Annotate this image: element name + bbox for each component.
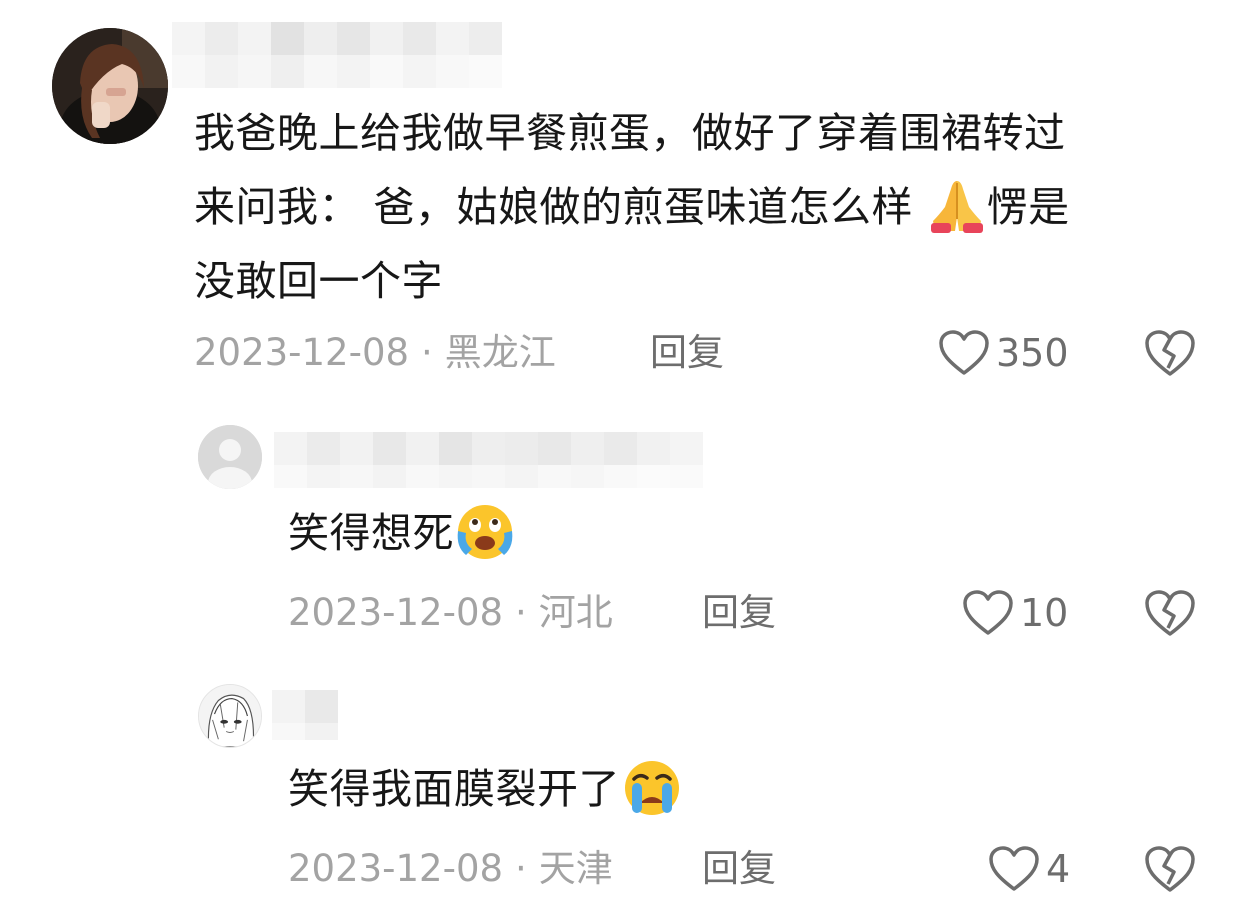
meta-separator: · [515, 847, 527, 890]
comment-meta: 2023-12-08 · 河北 [288, 588, 613, 638]
comment-meta: 2023-12-08 · 黑龙江 [194, 328, 556, 378]
like-count: 350 [996, 331, 1069, 375]
crying-laughing-emoji [454, 501, 516, 563]
broken-heart-icon [1144, 588, 1196, 638]
comment-line-2-tail: 愣是 [986, 183, 1070, 231]
like-button[interactable]: 10 [962, 588, 1068, 638]
broken-heart-icon [1144, 328, 1196, 378]
comment-location: 天津 [538, 847, 613, 890]
comment-location: 黑龙江 [444, 331, 556, 374]
heart-outline-icon [988, 845, 1046, 893]
broken-heart-icon [1144, 844, 1196, 894]
dislike-button[interactable] [1144, 844, 1196, 894]
comment-meta: 2023-12-08 · 天津 [288, 844, 613, 894]
avatar[interactable] [52, 28, 168, 144]
like-button[interactable]: 4 [988, 844, 1070, 894]
folded-hands-emoji [927, 177, 987, 235]
username-blurred[interactable] [274, 432, 704, 488]
comment-date: 2023-12-08 [288, 591, 504, 634]
username-blurred[interactable] [172, 22, 502, 88]
comment-line-2-text: 来问我： 爸，姑娘做的煎蛋味道怎么样 [194, 183, 914, 231]
comment-text: 笑得想死 [288, 509, 454, 557]
heart-outline-icon [962, 589, 1020, 637]
comment-date: 2023-12-08 [194, 331, 410, 374]
comment-1: 我爸晚上给我做早餐煎蛋，做好了穿着围裙转过 来问我： 爸，姑娘做的煎蛋味道怎么样… [0, 0, 1260, 400]
dislike-button[interactable] [1144, 328, 1196, 378]
dislike-button[interactable] [1144, 588, 1196, 638]
comment-body: 我爸晚上给我做早餐煎蛋，做好了穿着围裙转过 来问我： 爸，姑娘做的煎蛋味道怎么样… [194, 96, 1070, 318]
avatar[interactable] [198, 425, 262, 489]
meta-separator: · [421, 331, 433, 374]
loudly-crying-emoji [620, 757, 684, 819]
username-blurred[interactable] [272, 690, 338, 740]
reply-button[interactable]: 回复 [702, 588, 776, 638]
comment-line-3: 没敢回一个字 [194, 257, 443, 305]
comment-text: 笑得我面膜裂开了 [288, 765, 620, 813]
comment-body: 笑得我面膜裂开了 [288, 752, 684, 826]
meta-separator: · [515, 591, 527, 634]
heart-outline-icon [938, 329, 996, 377]
reply-button[interactable]: 回复 [702, 844, 776, 894]
comment-date: 2023-12-08 [288, 847, 504, 890]
reply-button[interactable]: 回复 [650, 328, 724, 378]
avatar[interactable] [198, 684, 262, 748]
comment-location: 河北 [538, 591, 613, 634]
like-button[interactable]: 350 [938, 328, 1069, 378]
comment-line-1: 我爸晚上给我做早餐煎蛋，做好了穿着围裙转过 [194, 109, 1066, 157]
comment-line-2: 来问我： 爸，姑娘做的煎蛋味道怎么样 愣是 [194, 170, 1070, 244]
like-count: 10 [1020, 591, 1069, 635]
comment-body: 笑得想死 [288, 496, 516, 570]
like-count: 4 [1046, 847, 1071, 891]
